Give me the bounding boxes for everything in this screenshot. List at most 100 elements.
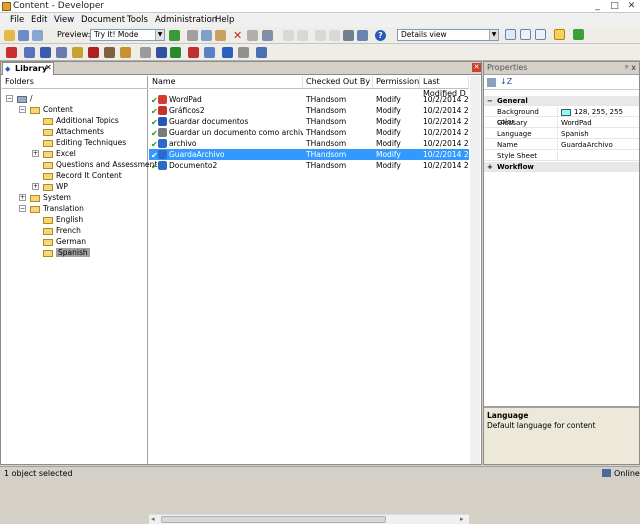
table-row[interactable]: ✔GuardaArchivoTHandsomModify10/2/2014 2:… bbox=[149, 149, 469, 160]
new-package-icon[interactable] bbox=[72, 47, 83, 58]
save-icon[interactable] bbox=[18, 30, 29, 41]
check-in-icon[interactable] bbox=[204, 47, 215, 58]
column-header-last-modified[interactable]: Last Modified D bbox=[420, 76, 469, 98]
tree-item[interactable]: Spanish bbox=[32, 247, 90, 258]
expand-icon[interactable]: + bbox=[19, 194, 26, 201]
properties-icon[interactable] bbox=[247, 30, 258, 41]
collapse-icon[interactable]: − bbox=[6, 95, 13, 102]
print-icon[interactable] bbox=[238, 47, 249, 58]
tree-item[interactable]: Editing Techniques bbox=[32, 137, 126, 148]
tree-item[interactable]: Attachments bbox=[32, 126, 104, 137]
menu-document[interactable]: Document bbox=[81, 15, 125, 25]
copy-icon[interactable] bbox=[201, 30, 212, 41]
cut-icon[interactable] bbox=[187, 30, 198, 41]
property-row[interactable]: Glossary WordPad bbox=[484, 118, 639, 128]
help-icon[interactable]: ? bbox=[375, 30, 386, 41]
new-topic-icon[interactable] bbox=[40, 47, 51, 58]
open-icon[interactable] bbox=[4, 30, 15, 41]
menu-file[interactable]: File bbox=[10, 15, 24, 25]
close-panel-icon[interactable]: ✕ bbox=[472, 63, 481, 72]
paste-icon[interactable] bbox=[215, 30, 226, 41]
new-module-icon[interactable] bbox=[6, 47, 17, 58]
table-row[interactable]: ✔ Documento2 THandsom Modify 10/2/2014 2:3 bbox=[149, 160, 469, 171]
tree-item[interactable]: Record It Content bbox=[32, 170, 122, 181]
column-header-checked-out-by[interactable]: Checked Out By bbox=[303, 76, 373, 89]
property-row[interactable]: Background color 128, 255, 255 bbox=[484, 107, 639, 126]
go-icon[interactable] bbox=[169, 30, 180, 41]
horizontal-scrollbar[interactable]: ◂ ▸ bbox=[149, 514, 469, 524]
tree-item[interactable]: English bbox=[32, 214, 83, 225]
table-row[interactable]: ✔Gráficos2THandsomModify10/2/2014 2:38 bbox=[149, 105, 469, 116]
replace-icon[interactable] bbox=[357, 30, 368, 41]
collapse-icon[interactable]: − bbox=[487, 96, 493, 106]
minimize-button[interactable]: _ bbox=[590, 0, 605, 12]
color-swatch[interactable] bbox=[561, 108, 571, 116]
tree-item[interactable]: French bbox=[32, 225, 81, 236]
undo-icon[interactable] bbox=[283, 30, 294, 41]
expand-icon[interactable]: + bbox=[487, 162, 493, 172]
tab-library[interactable]: ◆ Library ✕ bbox=[2, 62, 54, 75]
property-value[interactable]: Spanish bbox=[557, 129, 639, 139]
new-folder-icon[interactable] bbox=[120, 47, 131, 58]
collapse-icon[interactable]: − bbox=[19, 205, 26, 212]
menu-edit[interactable]: Edit bbox=[31, 15, 47, 25]
close-tab-icon[interactable]: ✕ bbox=[45, 63, 52, 72]
column-header-name[interactable]: Name bbox=[149, 76, 303, 89]
property-row[interactable]: Language Spanish bbox=[484, 129, 639, 139]
view-mode-select[interactable]: Details view ▼ bbox=[397, 29, 499, 41]
property-row[interactable]: Style Sheet bbox=[484, 151, 639, 161]
tree-item[interactable]: + WP bbox=[32, 181, 68, 192]
new-web-page-icon[interactable] bbox=[56, 47, 67, 58]
property-row[interactable]: Name GuardaArchivo bbox=[484, 140, 639, 150]
tree-item[interactable]: + System bbox=[19, 192, 71, 203]
binoculars-icon[interactable] bbox=[343, 30, 354, 41]
scroll-thumb[interactable] bbox=[161, 516, 386, 523]
tree-item[interactable]: − Translation bbox=[19, 203, 84, 214]
menu-administration[interactable]: Administration bbox=[155, 15, 217, 25]
preview-mode-select[interactable]: Try It! Mode ▼ bbox=[90, 29, 165, 41]
menu-view[interactable]: View bbox=[54, 15, 74, 25]
property-value[interactable]: 128, 255, 255 bbox=[557, 107, 639, 117]
property-value[interactable] bbox=[557, 151, 639, 161]
table-row[interactable]: ✔ Guardar documentos THandsom Modify 10/2/20… bbox=[149, 116, 469, 127]
find-icon[interactable] bbox=[262, 30, 273, 41]
outdent-icon[interactable] bbox=[329, 30, 340, 41]
layout-list-icon[interactable] bbox=[520, 29, 531, 40]
tree-item[interactable]: − Content bbox=[19, 104, 73, 115]
new-role-icon[interactable] bbox=[104, 47, 115, 58]
scroll-left-icon[interactable]: ◂ bbox=[151, 515, 155, 523]
property-group[interactable]: − General bbox=[484, 96, 639, 106]
expand-icon[interactable]: + bbox=[32, 150, 39, 157]
tree-item[interactable]: Additional Topics bbox=[32, 115, 119, 126]
categorized-icon[interactable] bbox=[487, 78, 496, 87]
check-out-icon[interactable] bbox=[188, 47, 199, 58]
save-all-icon[interactable] bbox=[32, 30, 43, 41]
upload-icon[interactable] bbox=[222, 47, 233, 58]
indent-icon[interactable] bbox=[315, 30, 326, 41]
new-section-icon[interactable] bbox=[24, 47, 35, 58]
refresh-icon[interactable] bbox=[573, 29, 584, 40]
collapse-icon[interactable]: − bbox=[19, 106, 26, 113]
column-header-permission[interactable]: Permission bbox=[373, 76, 420, 89]
pin-close-icon[interactable]: ᵖ x bbox=[625, 62, 636, 74]
table-row[interactable]: ✔WordPadTHandsomModify10/2/2014 2:3 bbox=[149, 94, 469, 105]
expand-icon[interactable]: + bbox=[32, 183, 39, 190]
redo-icon[interactable] bbox=[297, 30, 308, 41]
property-value[interactable]: WordPad bbox=[557, 118, 639, 128]
vertical-scrollbar[interactable] bbox=[470, 76, 480, 464]
link-icon[interactable] bbox=[156, 47, 167, 58]
new-glossary-icon[interactable] bbox=[88, 47, 99, 58]
property-value[interactable]: GuardaArchivo bbox=[557, 140, 639, 150]
tree-item[interactable]: + Excel bbox=[32, 148, 76, 159]
menu-help[interactable]: Help bbox=[215, 15, 234, 25]
scroll-right-icon[interactable]: ▸ bbox=[460, 515, 464, 523]
tree-item[interactable]: German bbox=[32, 236, 86, 247]
tree-item[interactable]: − / bbox=[6, 93, 33, 104]
publish-icon[interactable] bbox=[170, 47, 181, 58]
maximize-button[interactable]: □ bbox=[607, 0, 622, 12]
sort-az-icon[interactable]: ↓Z bbox=[500, 77, 512, 86]
menu-tools[interactable]: Tools bbox=[127, 15, 148, 25]
close-button[interactable]: ✕ bbox=[624, 0, 639, 12]
delete-icon[interactable]: ✕ bbox=[233, 29, 242, 42]
send-icon[interactable] bbox=[256, 47, 267, 58]
